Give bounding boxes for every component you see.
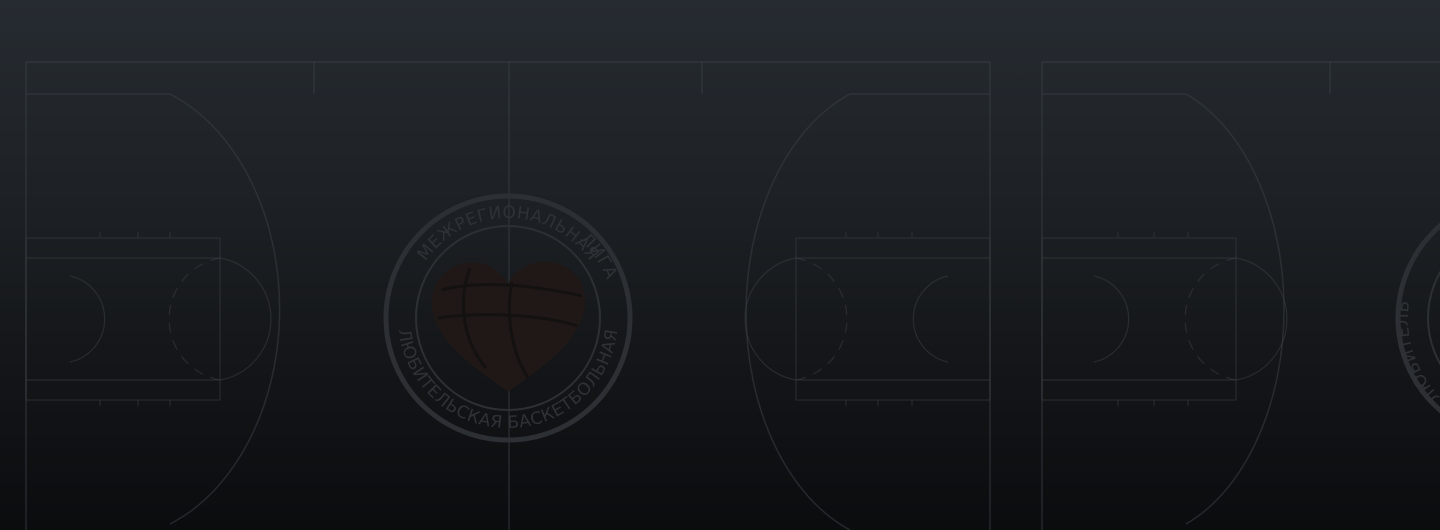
court-right bbox=[1041, 61, 1440, 530]
hero-background: МЕЖРЕГИОНАЛЬНАЯ ЛЮБИТЕЛЬСКАЯ БАСКЕТБОЛЬН… bbox=[0, 0, 1440, 530]
basketball-court-pattern: МЕЖРЕГИОНАЛЬНАЯ ЛЮБИТЕЛЬСКАЯ БАСКЕТБОЛЬН… bbox=[25, 61, 1440, 530]
emblem-partial-left-text: ЛЮБИТЕЛЬ bbox=[1393, 299, 1440, 407]
league-emblem: МЕЖРЕГИОНАЛЬНАЯ ЛЮБИТЕЛЬСКАЯ БАСКЕТБОЛЬН… bbox=[383, 193, 633, 443]
league-emblem-partial: ЛЮБИТЕЛЬ bbox=[1393, 222, 1440, 414]
